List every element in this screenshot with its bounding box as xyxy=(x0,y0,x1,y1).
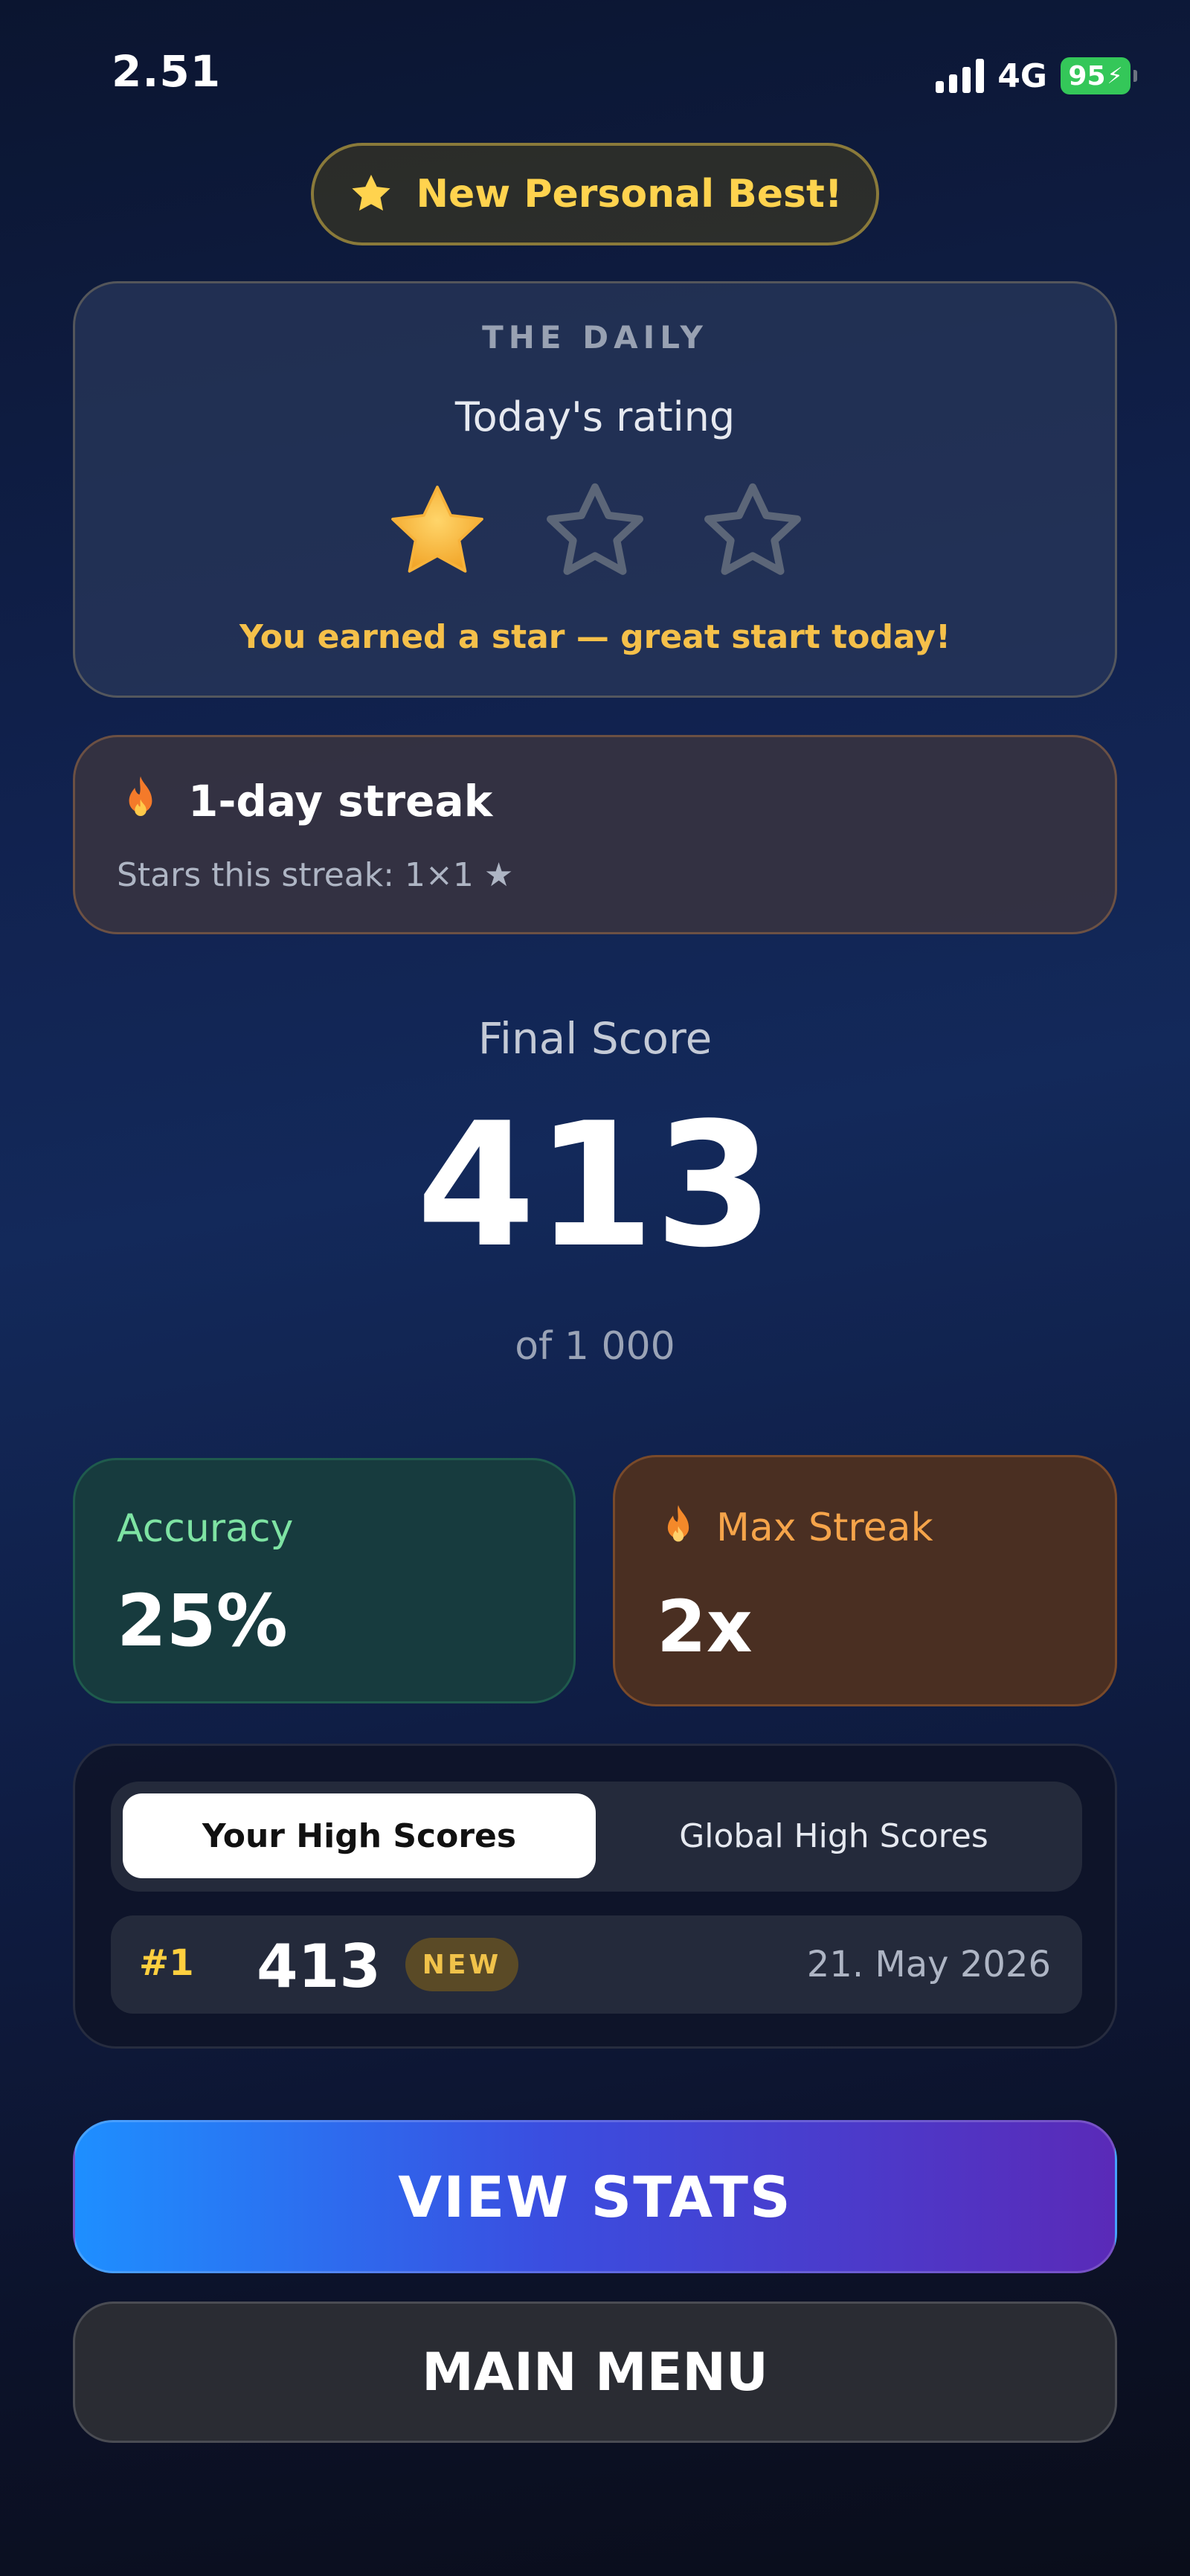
personal-best-label: New Personal Best! xyxy=(416,172,843,216)
signal-bars-icon xyxy=(936,59,985,93)
streak-subtitle: Stars this streak: 1×1 xyxy=(117,856,474,894)
high-scores-tabs: Your High Scores Global High Scores xyxy=(111,1782,1082,1892)
high-score-rank: #1 xyxy=(139,1942,194,1984)
accuracy-card: Accuracy 25% xyxy=(73,1458,576,1703)
final-score-value: 413 xyxy=(416,1087,774,1285)
tab-your-high-scores[interactable]: Your High Scores xyxy=(123,1793,596,1878)
personal-best-badge: New Personal Best! xyxy=(311,143,879,245)
accuracy-value: 25% xyxy=(117,1579,288,1663)
star-icon xyxy=(352,174,391,211)
status-indicators: 4G 95 ⚡ xyxy=(936,54,1137,98)
streak-title-row: 1-day streak xyxy=(117,774,492,828)
tab-global-high-scores[interactable]: Global High Scores xyxy=(597,1793,1070,1878)
flame-icon xyxy=(129,776,152,817)
max-streak-value: 2x xyxy=(657,1585,753,1668)
daily-overline: THE DAILY xyxy=(482,319,708,356)
star-small-icon: ★ xyxy=(483,856,514,894)
star-rating xyxy=(75,477,1115,588)
max-streak-label-row: Max Streak xyxy=(657,1503,933,1552)
high-scores-card: Your High Scores Global High Scores #1 4… xyxy=(73,1744,1117,2049)
high-score-row: #1 413 NEW 21. May 2026 xyxy=(111,1915,1082,2014)
accuracy-label: Accuracy xyxy=(117,1506,294,1551)
streak-subtitle-row: Stars this streak: 1×1 ★ xyxy=(117,856,513,894)
view-stats-button[interactable]: VIEW STATS xyxy=(73,2120,1117,2273)
streak-title: 1-day streak xyxy=(188,776,493,826)
final-score-label: Final Score xyxy=(477,1013,713,1064)
daily-message: You earned a star — great start today! xyxy=(239,618,951,656)
star-filled-icon xyxy=(391,485,483,573)
status-time: 2.51 xyxy=(112,46,222,97)
high-score-value: 413 xyxy=(257,1932,381,2001)
bolt-icon: ⚡ xyxy=(1107,62,1123,89)
flame-icon xyxy=(667,1505,689,1542)
battery-charging-icon: 95 ⚡ xyxy=(1061,57,1137,94)
star-empty-icon xyxy=(704,483,801,575)
max-streak-label: Max Streak xyxy=(716,1506,933,1550)
daily-rating-card: THE DAILY Today's rating You earned a st… xyxy=(73,281,1117,698)
main-menu-button[interactable]: MAIN MENU xyxy=(73,2302,1117,2443)
star-empty-icon xyxy=(547,483,643,575)
streak-card: 1-day streak Stars this streak: 1×1 ★ xyxy=(73,735,1117,934)
battery-level: 95 xyxy=(1068,60,1106,91)
final-score-max: of 1 000 xyxy=(515,1324,675,1369)
new-badge: NEW xyxy=(405,1938,518,1991)
daily-title: Today's rating xyxy=(454,394,736,440)
max-streak-card: Max Streak 2x xyxy=(613,1455,1117,1706)
high-score-date: 21. May 2026 xyxy=(806,1944,1051,1985)
network-type: 4G xyxy=(997,57,1047,95)
